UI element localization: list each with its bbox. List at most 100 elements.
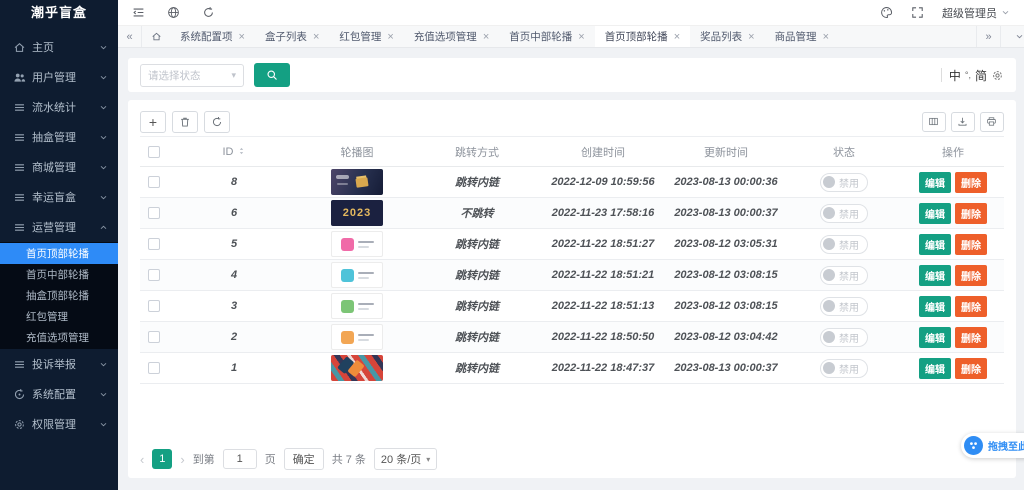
sidebar-item[interactable]: 流水统计	[0, 92, 118, 122]
refresh-icon[interactable]	[202, 6, 215, 19]
column-header[interactable]: 创建时间	[540, 137, 666, 167]
columns-button[interactable]	[922, 112, 946, 132]
confirm-button[interactable]: 确定	[284, 448, 324, 470]
tab-close-icon[interactable]: ×	[483, 31, 489, 43]
row-checkbox[interactable]	[148, 362, 160, 374]
tab[interactable]: 首页中部轮播 ×	[499, 26, 594, 47]
sidebar-item[interactable]: 主页	[0, 32, 118, 62]
sidebar-subitem[interactable]: 首页顶部轮播	[0, 243, 118, 264]
cluster-icon[interactable]	[964, 436, 983, 455]
add-button[interactable]: +	[140, 111, 166, 133]
tab-close-icon[interactable]: ×	[578, 31, 584, 43]
select-all-checkbox[interactable]	[148, 146, 160, 158]
row-checkbox[interactable]	[148, 331, 160, 343]
fullscreen-icon[interactable]	[911, 6, 924, 19]
tab[interactable]: 红包管理 ×	[329, 26, 403, 47]
sidebar-subitem[interactable]: 抽盒顶部轮播	[0, 285, 118, 306]
status-select-placeholder: 请选择状态	[148, 68, 201, 83]
status-toggle[interactable]: 禁用	[820, 235, 868, 254]
row-checkbox[interactable]	[148, 176, 160, 188]
theme-palette-icon[interactable]	[880, 6, 893, 19]
sidebar-item[interactable]: 系统配置	[0, 379, 118, 409]
search-button[interactable]	[254, 63, 290, 87]
edit-button[interactable]: 编辑	[919, 203, 951, 224]
column-header[interactable]: 状态	[786, 137, 902, 167]
cell-id: 1	[168, 353, 300, 384]
export-button[interactable]	[951, 112, 975, 132]
edit-button[interactable]: 编辑	[919, 172, 951, 193]
next-page-button[interactable]: ›	[180, 452, 184, 467]
edit-button[interactable]: 编辑	[919, 265, 951, 286]
sidebar-subitem[interactable]: 充值选项管理	[0, 327, 118, 348]
status-toggle[interactable]: 禁用	[820, 328, 868, 347]
row-checkbox[interactable]	[148, 300, 160, 312]
edit-button[interactable]: 编辑	[919, 296, 951, 317]
sidebar-subitem[interactable]: 红包管理	[0, 306, 118, 327]
delete-button[interactable]: 删除	[955, 265, 987, 286]
tab[interactable]: 盒子列表 ×	[255, 26, 329, 47]
status-toggle[interactable]: 禁用	[820, 359, 868, 378]
status-toggle[interactable]: 禁用	[820, 204, 868, 223]
sidebar-subitem[interactable]: 首页中部轮播	[0, 264, 118, 285]
column-header[interactable]: 操作	[902, 137, 1004, 167]
goto-page-input[interactable]: 1	[223, 449, 257, 469]
menu-fold-icon[interactable]	[132, 6, 145, 19]
tab[interactable]: 系统配置项 ×	[170, 26, 255, 47]
tab-close-icon[interactable]: ×	[239, 31, 245, 43]
tab-close-icon[interactable]: ×	[387, 31, 393, 43]
sort-icon[interactable]	[237, 146, 246, 156]
tabs-menu-button[interactable]	[1000, 26, 1024, 47]
globe-icon[interactable]	[167, 6, 180, 19]
tab[interactable]: 首页顶部轮播 ×	[595, 26, 690, 47]
print-button[interactable]	[980, 112, 1004, 132]
page-button[interactable]: 1	[152, 449, 172, 469]
sidebar-item[interactable]: 权限管理	[0, 409, 118, 439]
prev-page-button[interactable]: ‹	[140, 452, 144, 467]
edit-button[interactable]: 编辑	[919, 234, 951, 255]
status-toggle[interactable]: 禁用	[820, 297, 868, 316]
delete-selected-button[interactable]	[172, 111, 198, 133]
delete-button[interactable]: 删除	[955, 327, 987, 348]
tab[interactable]: 充值选项管理 ×	[404, 26, 499, 47]
admin-dropdown[interactable]: 超级管理员	[942, 5, 1010, 21]
sidebar-item[interactable]: 运营管理	[0, 212, 118, 242]
translate-widget[interactable]: 中 °, 简	[941, 67, 1004, 84]
tabs-scroll-left-button[interactable]: «	[118, 26, 142, 47]
sidebar-item[interactable]: 幸运盲盒	[0, 182, 118, 212]
gear-icon[interactable]	[991, 69, 1004, 82]
row-checkbox[interactable]	[148, 207, 160, 219]
refresh-table-button[interactable]	[204, 111, 230, 133]
banner-icon	[341, 300, 354, 313]
tab[interactable]: 商品管理 ×	[765, 26, 839, 47]
tab-close-icon[interactable]: ×	[313, 31, 319, 43]
column-header[interactable]: ID	[168, 137, 300, 167]
sidebar-item[interactable]: 投诉举报	[0, 349, 118, 379]
status-toggle[interactable]: 禁用	[820, 173, 868, 192]
tab-close-icon[interactable]: ×	[823, 31, 829, 43]
column-header[interactable]: 轮播图	[300, 137, 414, 167]
tab-close-icon[interactable]: ×	[674, 31, 680, 43]
delete-button[interactable]: 删除	[955, 234, 987, 255]
status-select[interactable]: 请选择状态 ▾	[140, 64, 244, 87]
edit-button[interactable]: 编辑	[919, 358, 951, 379]
delete-button[interactable]: 删除	[955, 172, 987, 193]
sidebar-item[interactable]: 抽盒管理	[0, 122, 118, 152]
delete-button[interactable]: 删除	[955, 203, 987, 224]
delete-button[interactable]: 删除	[955, 358, 987, 379]
tab[interactable]: 奖品列表 ×	[690, 26, 764, 47]
page-size-select[interactable]: 20 条/页 ▾	[374, 448, 437, 470]
sidebar-item[interactable]: 用户管理	[0, 62, 118, 92]
sidebar-item[interactable]: 商城管理	[0, 152, 118, 182]
drag-upload-widget[interactable]: 拖拽至此上	[961, 433, 1024, 458]
edit-button[interactable]: 编辑	[919, 327, 951, 348]
tab-close-icon[interactable]: ×	[748, 31, 754, 43]
delete-button[interactable]: 删除	[955, 296, 987, 317]
row-checkbox[interactable]	[148, 238, 160, 250]
column-header[interactable]: 跳转方式	[414, 137, 540, 167]
status-toggle[interactable]: 禁用	[820, 266, 868, 285]
banner-text-lines	[358, 334, 374, 341]
tabs-scroll-right-button[interactable]: »	[976, 26, 1000, 47]
row-checkbox[interactable]	[148, 269, 160, 281]
home-tab[interactable]	[142, 26, 170, 47]
column-header[interactable]: 更新时间	[666, 137, 786, 167]
